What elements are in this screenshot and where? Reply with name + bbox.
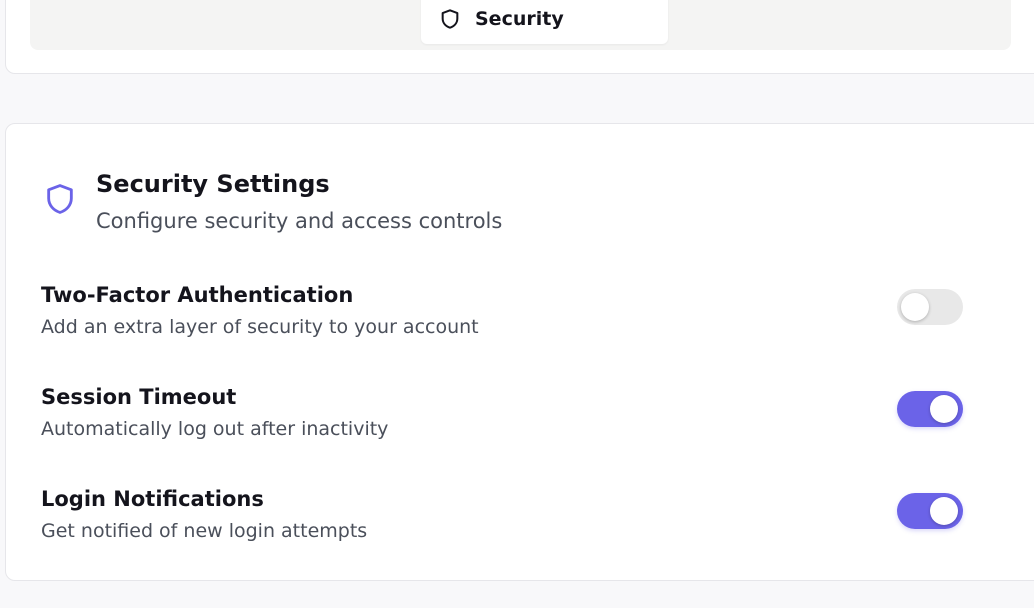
- tabs-bar: Security: [30, 0, 1011, 50]
- card-title: Security Settings: [96, 170, 330, 198]
- setting-row-session-timeout: Session Timeout Automatically log out af…: [41, 383, 1001, 445]
- card-subtitle: Configure security and access controls: [96, 209, 503, 233]
- setting-row-login-notifications: Login Notifications Get notified of new …: [41, 485, 1001, 547]
- setting-description: Add an extra layer of security to your a…: [41, 316, 479, 338]
- session-timeout-toggle[interactable]: [897, 391, 963, 427]
- setting-title: Login Notifications: [41, 487, 264, 511]
- tab-security[interactable]: Security: [421, 0, 668, 44]
- toggle-knob: [930, 395, 958, 423]
- tab-label: Security: [475, 8, 564, 30]
- page: Security Security Settings Configure sec…: [0, 0, 1034, 608]
- toggle-knob: [901, 293, 929, 321]
- two-factor-authentication-toggle[interactable]: [897, 289, 963, 325]
- setting-row-two-factor-authentication: Two-Factor Authentication Add an extra l…: [41, 281, 1001, 343]
- setting-description: Get notified of new login attempts: [41, 520, 368, 542]
- shield-icon: [441, 9, 459, 29]
- setting-title: Session Timeout: [41, 385, 237, 409]
- setting-description: Automatically log out after inactivity: [41, 418, 389, 440]
- login-notifications-toggle[interactable]: [897, 493, 963, 529]
- toggle-knob: [930, 497, 958, 525]
- tabs-card: Security: [5, 0, 1034, 74]
- shield-icon: [47, 184, 73, 214]
- setting-title: Two-Factor Authentication: [41, 283, 354, 307]
- security-settings-card: Security Settings Configure security and…: [5, 123, 1034, 581]
